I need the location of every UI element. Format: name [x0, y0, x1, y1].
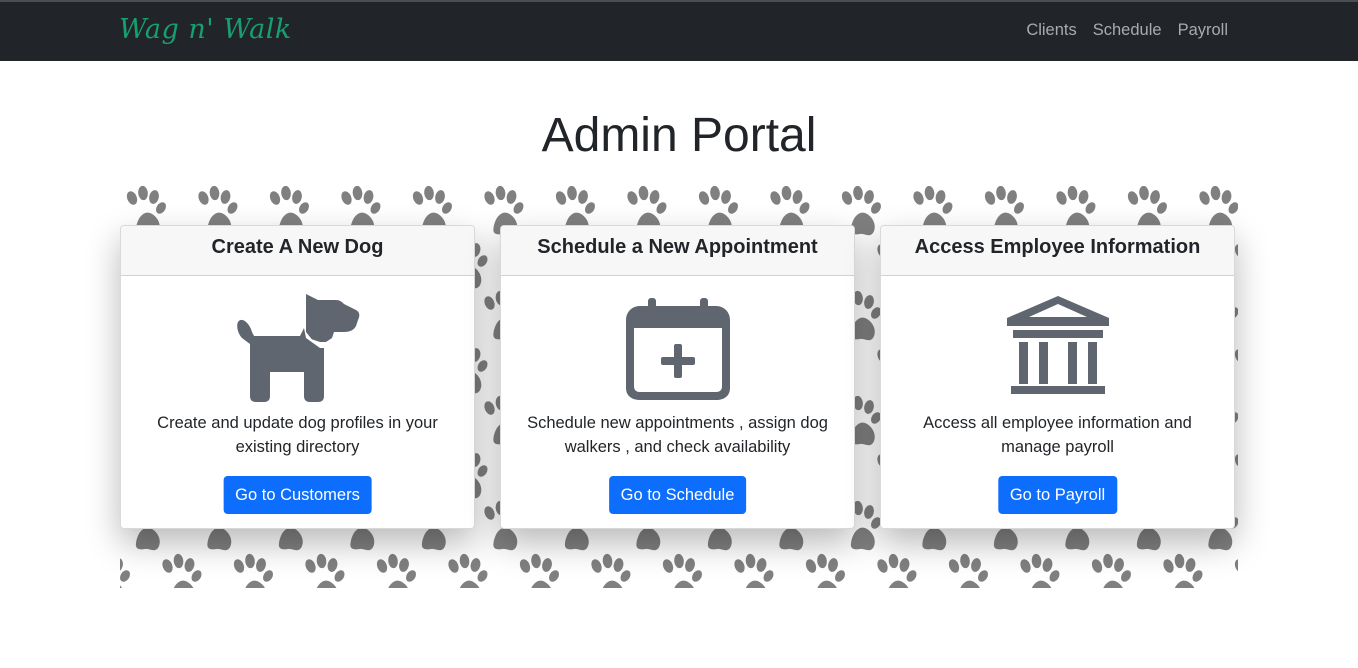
nav-links: Clients Schedule Payroll [1026, 21, 1228, 40]
card-description: Access all employee information and mana… [923, 414, 1192, 456]
top-navbar: Wag n' Walk Clients Schedule Payroll [0, 0, 1358, 61]
go-to-customers-button[interactable]: Go to Customers [223, 476, 372, 514]
nav-link-schedule[interactable]: Schedule [1093, 21, 1162, 40]
page-title: Admin Portal [541, 109, 817, 162]
calendar-plus-icon [501, 292, 854, 400]
nav-link-clients[interactable]: Clients [1026, 21, 1076, 40]
dog-icon [121, 292, 474, 402]
card-description: Create and update dog profiles in your e… [157, 414, 438, 456]
go-to-schedule-button[interactable]: Go to Schedule [608, 476, 747, 514]
go-to-payroll-button[interactable]: Go to Payroll [997, 476, 1118, 514]
card-create-dog: Create A New Dog Create and update dog p… [120, 225, 475, 529]
card-description: Schedule new appointments , assign dog w… [527, 414, 828, 456]
card-header: Create A New Dog [121, 226, 474, 276]
card-header: Access Employee Information [881, 226, 1234, 276]
bank-building-icon [881, 292, 1234, 400]
brand-logo[interactable]: Wag n' Walk [119, 14, 292, 45]
card-employee-info: Access Employee Information Access all e… [880, 225, 1235, 529]
nav-link-payroll[interactable]: Payroll [1178, 21, 1228, 40]
card-header: Schedule a New Appointment [501, 226, 854, 276]
card-schedule-appointment: Schedule a New Appointment Schedule new … [500, 225, 855, 529]
